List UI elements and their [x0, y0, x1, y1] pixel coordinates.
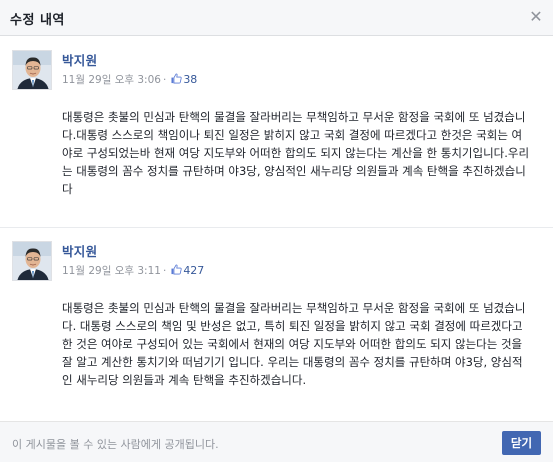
post-meta: 11월 29일 오후 3:06 · 38	[62, 72, 197, 87]
history-entry: 박지원 11월 29일 오후 3:11 · 427 대통령은 촛불의 민심과 탄핵의…	[0, 228, 553, 421]
like-count: 427	[183, 264, 205, 277]
author-name[interactable]: 박지원	[62, 50, 97, 69]
revision-text: 대통령은 촛불의 민심과 탄핵의 물결을 잘라버리는 무책임하고 무서운 함정을…	[62, 110, 530, 196]
audience-note: 이 게시물을 볼 수 있는 사람에게 공개됩니다.	[12, 438, 219, 451]
close-button[interactable]: 닫기	[502, 431, 541, 455]
timestamp-link[interactable]: 11월 29일 오후 3:06	[62, 74, 161, 86]
edit-history-list: 박지원 11월 29일 오후 3:06 · 38 대통령은 촛불의 민심과 탄핵의 …	[0, 37, 553, 421]
timestamp-link[interactable]: 11월 29일 오후 3:11	[62, 265, 161, 277]
like-count-link[interactable]: 38	[171, 73, 197, 86]
meta-separator: ·	[162, 74, 167, 86]
close-icon[interactable]: ✕	[527, 8, 545, 26]
edit-history-dialog: 수정 내역 ✕ 박지원 11월 29일 오후 3:06 · 38 대통령은 촛불…	[0, 0, 553, 462]
like-count-link[interactable]: 427	[171, 264, 204, 277]
profile-photo	[13, 51, 51, 89]
author-name[interactable]: 박지원	[62, 241, 97, 260]
avatar[interactable]	[12, 241, 52, 281]
revision-text: 대통령은 촛불의 민심과 탄핵의 물결을 잘라버리는 무책임하고 무서운 함정을…	[62, 301, 526, 387]
avatar[interactable]	[12, 50, 52, 90]
history-entry: 박지원 11월 29일 오후 3:06 · 38 대통령은 촛불의 민심과 탄핵의 …	[0, 37, 553, 227]
post-meta: 11월 29일 오후 3:11 · 427	[62, 263, 204, 278]
thumbs-up-icon	[171, 264, 182, 275]
dialog-footer: 이 게시물을 볼 수 있는 사람에게 공개됩니다. 닫기	[0, 421, 553, 462]
meta-separator: ·	[162, 265, 167, 277]
like-count: 38	[183, 73, 198, 86]
thumbs-up-icon	[171, 73, 182, 84]
profile-photo	[13, 242, 51, 280]
dialog-title: 수정 내역	[10, 13, 65, 28]
dialog-header: 수정 내역 ✕	[0, 0, 553, 36]
